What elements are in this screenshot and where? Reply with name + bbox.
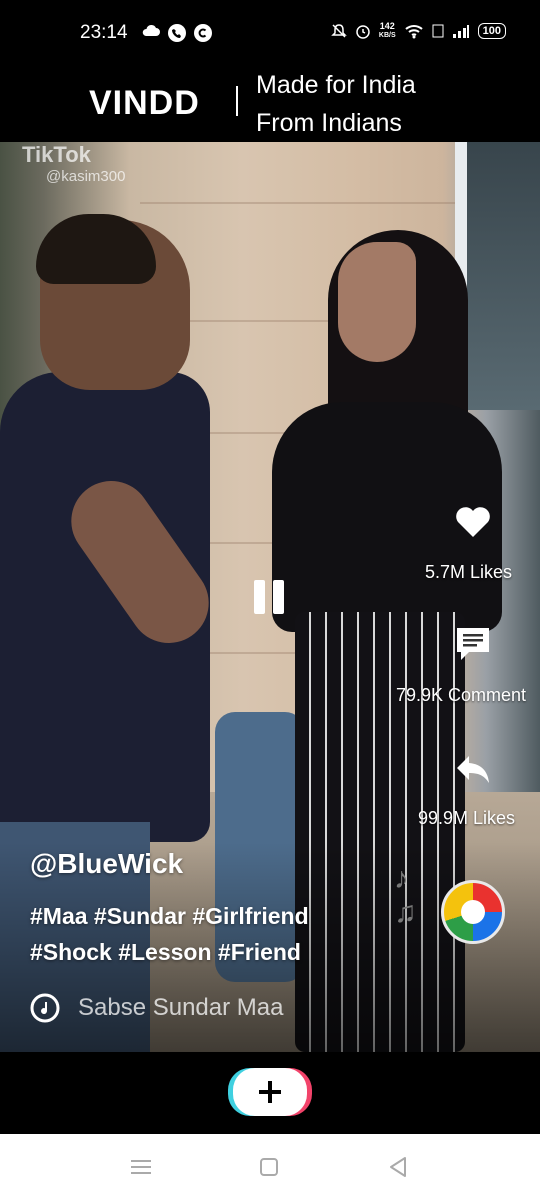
home-icon[interactable]: [260, 1158, 278, 1176]
shares-count: 99.9M Likes: [418, 808, 516, 828]
app-logo: VINDD: [89, 84, 200, 122]
back-icon[interactable]: [388, 1156, 408, 1178]
music-notes-icon: ♪ ♫: [394, 862, 417, 929]
create-button[interactable]: [233, 1068, 307, 1116]
pause-icon[interactable]: [254, 580, 286, 614]
battery-icon: 100: [477, 23, 506, 39]
music-info[interactable]: Sabse Sundar Maa: [30, 993, 283, 1023]
wifi-icon: [404, 25, 423, 39]
volte-icon: [432, 24, 444, 38]
share-icon[interactable]: [455, 754, 491, 784]
music-title: Sabse Sundar Maa: [78, 994, 284, 1021]
app-tagline: Made for India From Indians: [256, 66, 496, 142]
user-handle[interactable]: @BlueWick: [30, 848, 183, 880]
cloud-icon: [142, 24, 160, 36]
heart-icon[interactable]: [454, 504, 492, 538]
header-divider: [236, 86, 238, 116]
hashtags-line-2: #Shock #Lesson #Friend: [30, 939, 301, 965]
bottom-bar: [0, 1052, 540, 1134]
status-bar: 23:14 142 KB/S 100: [0, 0, 540, 66]
likes-count: 5.7M Likes: [425, 562, 513, 582]
tiktok-watermark: TikTok @kasim300: [22, 142, 125, 185]
phone-icon: [168, 24, 186, 42]
status-time: 23:14: [80, 22, 128, 43]
c-icon: [194, 24, 212, 42]
net-speed-value: 142: [379, 21, 395, 31]
menu-icon[interactable]: [131, 1158, 151, 1176]
album-disc-icon[interactable]: [441, 880, 505, 944]
mute-icon: [331, 24, 347, 38]
tagline-line-2: From Indians: [256, 109, 402, 137]
video-player[interactable]: TikTok @kasim300 5.7M Likes 79.9K Commen…: [0, 142, 540, 1052]
system-nav-bar: [0, 1134, 540, 1200]
alarm-icon: [356, 25, 370, 39]
comment-icon[interactable]: [455, 626, 491, 662]
watermark-handle: @kasim300: [46, 168, 126, 185]
post-hashtags[interactable]: #Maa #Sundar #Girlfriend #Shock #Lesson …: [30, 898, 390, 970]
net-speed-unit: KB/S: [378, 32, 396, 39]
comments-count: 79.9K Comment: [396, 685, 527, 705]
app-header: VINDD Made for India From Indians: [0, 66, 540, 142]
signal-icon: [452, 25, 469, 38]
music-disc-icon: [30, 993, 60, 1023]
hashtags-line-1: #Maa #Sundar #Girlfriend: [30, 903, 309, 929]
plus-icon: [259, 1081, 281, 1103]
watermark-brand: TikTok: [22, 142, 91, 167]
tagline-line-1: Made for India: [256, 71, 416, 99]
